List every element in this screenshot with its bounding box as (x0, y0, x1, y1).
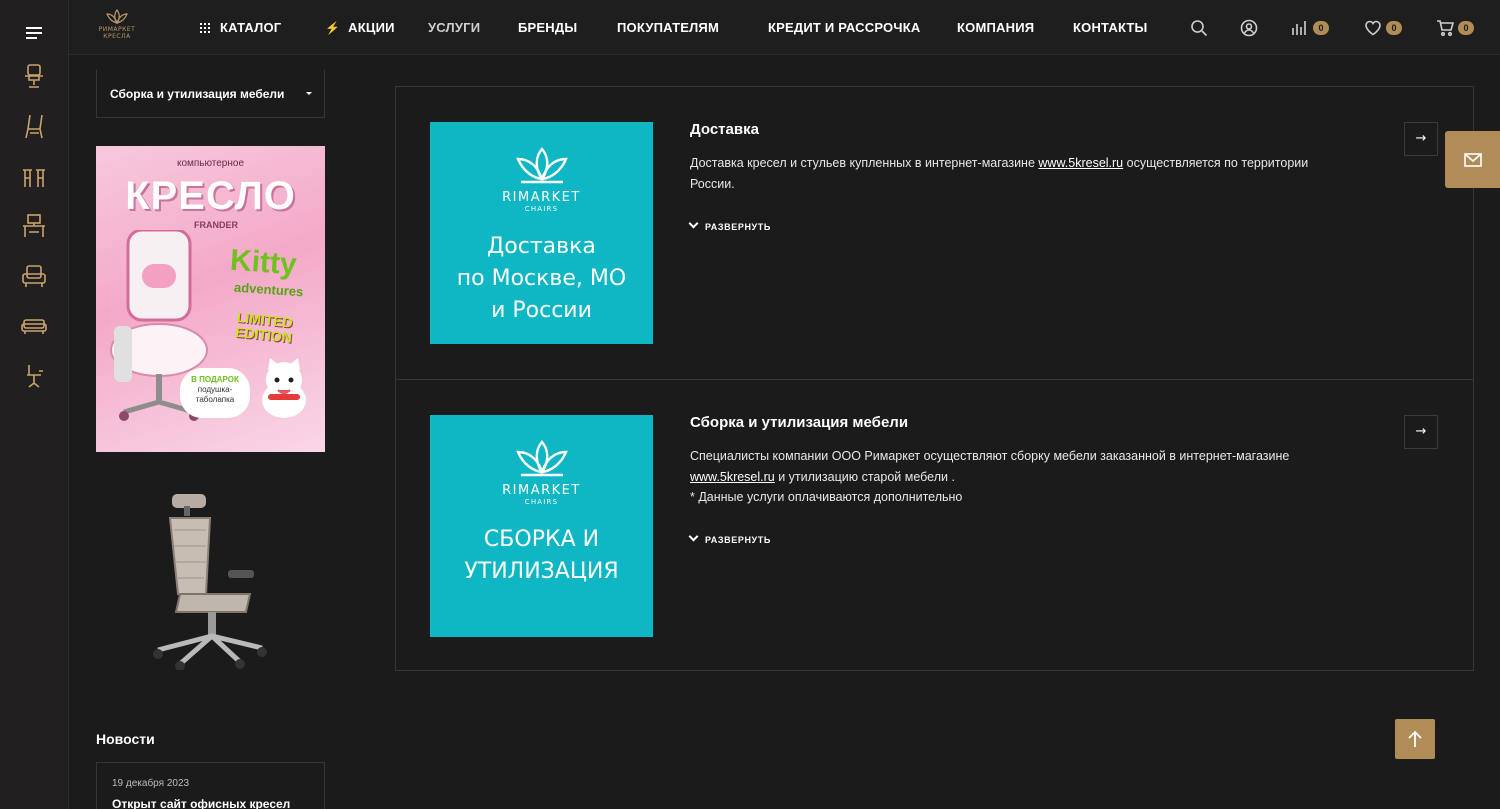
banner-title: КРЕСЛО (125, 174, 296, 218)
nav-company[interactable]: КОМПАНИЯ (957, 20, 1034, 35)
sofa-category-icon[interactable] (20, 312, 48, 340)
site-logo[interactable]: РИМАРКЕТ КРЕСЛА (96, 8, 138, 44)
favorites-heart-icon[interactable] (1364, 19, 1382, 37)
desk-category-icon[interactable] (20, 212, 48, 240)
image-caption: СБОРКА И УТИЛИЗАЦИЯ (464, 527, 619, 584)
menu-burger-icon[interactable] (26, 27, 42, 39)
nav-sales[interactable]: ⚡ АКЦИИ (325, 20, 395, 35)
logo-text: РИМАРКЕТ (98, 26, 136, 33)
office-chair-image[interactable] (140, 490, 270, 670)
chair-category-icon[interactable] (20, 112, 48, 140)
promo-banner[interactable]: компьютерное КРЕСЛО FRANDER Kitty advent… (96, 146, 325, 452)
image-brand-sub: CHAIRS (524, 205, 559, 213)
expand-label: РАЗВЕРНУТЬ (705, 535, 771, 545)
services-select-label: Сборка и утилизация мебели (110, 87, 285, 101)
nav-sales-label: АКЦИИ (348, 20, 395, 35)
news-date: 19 декабря 2023 (112, 778, 190, 789)
site-link[interactable]: www.5kresel.ru (1038, 156, 1123, 170)
site-link[interactable]: www.5kresel.ru (690, 470, 775, 484)
description-text-end: и утилизацию старой мебели . (774, 469, 955, 484)
service-title[interactable]: Сборка и утилизация мебели (690, 414, 908, 431)
nav-catalog[interactable]: КАТАЛОГ (200, 20, 281, 35)
grid-icon (200, 23, 210, 33)
delivery-service-image[interactable]: RIMARKET CHAIRS Доставка по Москве, МО и… (430, 122, 653, 344)
bar-stool-category-icon[interactable] (20, 162, 48, 190)
expand-toggle[interactable]: РАЗВЕРНУТЬ (688, 218, 771, 232)
armchair-category-icon[interactable] (20, 262, 48, 290)
favorites-count-badge: 0 (1386, 21, 1402, 35)
gift-line-2: подушка- (197, 385, 233, 394)
banner-brand: FRANDER (194, 220, 238, 230)
news-item-title[interactable]: Открыт сайт офисных кресел (112, 797, 309, 809)
compare-count-badge: 0 (1313, 21, 1329, 35)
chevron-down-icon (688, 531, 699, 542)
service-description: Специалисты компании ООО Римаркет осущес… (690, 446, 1330, 508)
cart-count-badge: 0 (1458, 21, 1474, 35)
feedback-mail-tab[interactable] (1445, 131, 1500, 188)
description-text: Специалисты компании ООО Римаркет осущес… (690, 449, 1290, 463)
cat-mascot-image (262, 358, 306, 418)
image-brand-text: RIMARKET (502, 190, 581, 205)
banner-small-text: компьютерное (176, 158, 245, 169)
open-service-button[interactable]: → (1404, 415, 1438, 449)
top-header: РИМАРКЕТ КРЕСЛА КАТАЛОГ ⚡ АКЦИИ УСЛУГИ БР… (69, 0, 1500, 55)
services-select[interactable]: Сборка и утилизация мебели (96, 70, 325, 118)
gift-line-3: таболапка (195, 395, 235, 404)
assembly-service-image[interactable]: RIMARKET CHAIRS СБОРКА И УТИЛИЗАЦИЯ (430, 415, 653, 637)
cart-icon[interactable] (1436, 19, 1455, 37)
open-service-button[interactable]: → (1404, 122, 1438, 156)
service-title[interactable]: Доставка (690, 121, 759, 138)
left-category-rail (0, 0, 69, 809)
arrow-up-icon (1408, 730, 1422, 747)
service-card-assembly: RIMARKET CHAIRS СБОРКА И УТИЛИЗАЦИЯ Сбор… (396, 379, 1473, 671)
chevron-down-icon (688, 218, 699, 229)
banner-limited-text: LIMITED EDITION (234, 308, 294, 346)
logo-subtext: КРЕСЛА (103, 33, 131, 40)
banner-adventures-text: adventures (233, 279, 304, 300)
service-note: * Данные услуги оплачиваются дополнитель… (690, 490, 963, 504)
gift-line-1: В ПОДАРОК (191, 375, 239, 384)
search-icon[interactable] (1190, 19, 1208, 37)
banner-kitty-text: Kitty (228, 243, 298, 282)
lightning-icon: ⚡ (325, 21, 341, 35)
nav-contacts[interactable]: КОНТАКТЫ (1073, 20, 1147, 35)
office-chair-category-icon[interactable] (20, 62, 48, 90)
arrow-right-icon: → (1415, 131, 1427, 146)
scroll-to-top-button[interactable] (1395, 719, 1435, 759)
image-caption: Доставка по Москве, МО и России (456, 234, 627, 323)
nav-catalog-label: КАТАЛОГ (220, 20, 282, 35)
arrow-right-icon: → (1415, 424, 1427, 439)
user-account-icon[interactable] (1240, 19, 1258, 37)
caret-down-icon (306, 92, 312, 95)
compare-icon[interactable] (1291, 19, 1309, 37)
news-card[interactable]: 19 декабря 2023 Открыт сайт офисных крес… (96, 762, 325, 809)
nav-credit[interactable]: КРЕДИТ И РАССРОЧКА (768, 20, 920, 35)
nav-buyers[interactable]: ПОКУПАТЕЛЯМ (617, 20, 719, 35)
service-description: Доставка кресел и стульев купленных в ин… (690, 153, 1330, 194)
expand-toggle[interactable]: РАЗВЕРНУТЬ (688, 531, 771, 545)
expand-label: РАЗВЕРНУТЬ (705, 222, 771, 232)
news-heading: Новости (96, 731, 155, 747)
image-brand-text: RIMARKET (502, 483, 581, 498)
nav-brands[interactable]: БРЕНДЫ (518, 20, 577, 35)
banner-gift-bubble: В ПОДАРОК подушка- таболапка (180, 368, 250, 418)
description-text: Доставка кресел и стульев купленных в ин… (690, 156, 1039, 170)
ergonomic-chair-category-icon[interactable] (20, 362, 48, 390)
services-list: RIMARKET CHAIRS Доставка по Москве, МО и… (395, 86, 1474, 671)
image-brand-sub: CHAIRS (524, 498, 559, 506)
service-card-delivery: RIMARKET CHAIRS Доставка по Москве, МО и… (396, 87, 1473, 379)
envelope-icon (1464, 153, 1482, 167)
nav-services[interactable]: УСЛУГИ (428, 20, 480, 35)
